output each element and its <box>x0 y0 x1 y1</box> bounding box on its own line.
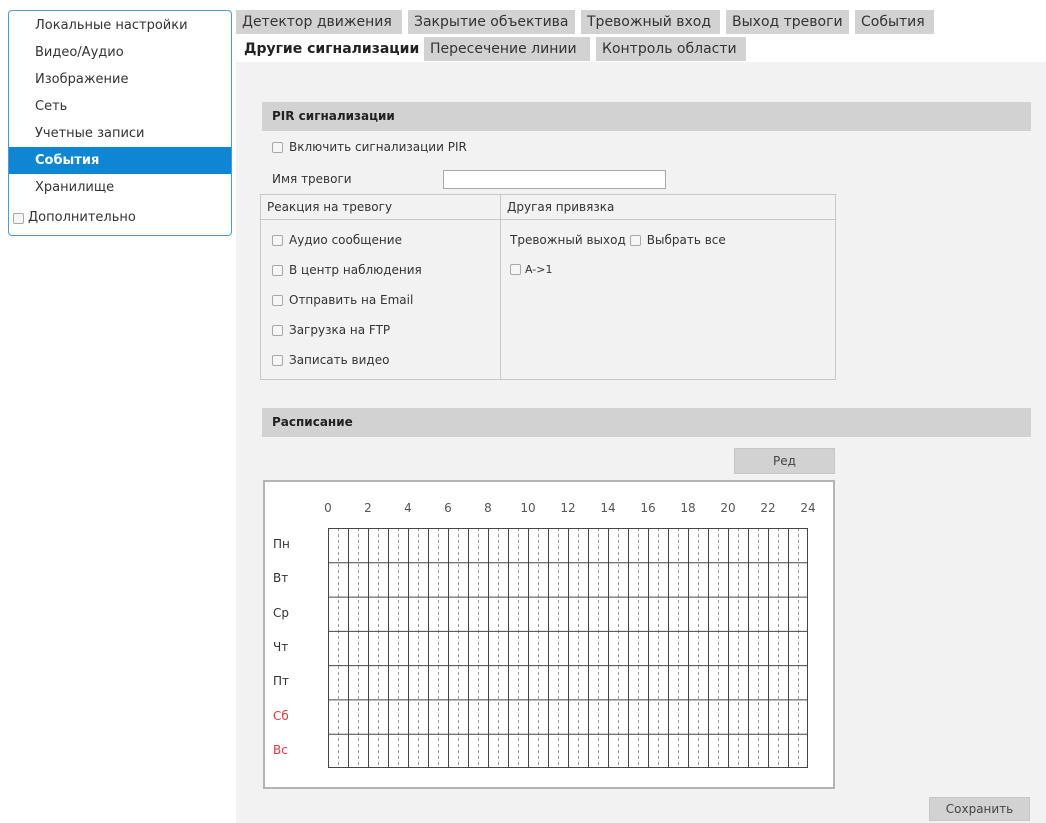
select-all-checkbox[interactable] <box>629 234 641 246</box>
hour-label: 0 <box>324 501 332 515</box>
edit-schedule-button[interactable]: Ред <box>734 448 835 474</box>
surveillance-center-label: В центр наблюдения <box>289 263 422 277</box>
alarm-reaction-table: Реакция на тревогу Другая привязка Аудио… <box>260 194 836 380</box>
sidebar-item-image[interactable]: Изображение <box>9 66 231 93</box>
output-a1-checkbox[interactable] <box>510 264 521 275</box>
pir-section-header: PIR сигнализации <box>262 102 1031 131</box>
schedule-grid-container: 0 2 4 6 8 10 12 14 16 18 20 22 24 Пн Вт Ср Чт Пт Сб Вс <box>263 480 835 789</box>
sidebar-menu: Локальные настройки Видео/Аудио Изображе… <box>8 10 232 236</box>
day-label: Пт <box>273 674 290 689</box>
sidebar-item-events[interactable]: События <box>9 147 231 174</box>
record-video-checkbox[interactable] <box>272 354 283 366</box>
tab-motion-detector[interactable]: Детектор движения <box>236 10 402 34</box>
reaction-item: Аудио сообщение <box>272 233 402 247</box>
enable-pir-label: Включить сигнализации PIR <box>289 140 467 154</box>
advanced-label: Дополнительно <box>28 210 136 225</box>
reaction-header: Реакция на тревогу <box>261 195 500 220</box>
day-label: Сб <box>273 708 289 723</box>
hour-label: 4 <box>404 501 412 515</box>
reaction-item: Загрузка на FTP <box>272 323 390 337</box>
hour-label: 16 <box>640 501 656 515</box>
day-label: Пн <box>273 537 290 552</box>
sidebar-item-video-audio[interactable]: Видео/Аудио <box>9 39 231 66</box>
alarm-output-row: Тревожный выход Выбрать все <box>510 233 726 247</box>
hour-label: 14 <box>600 501 616 515</box>
save-button[interactable]: Сохранить <box>929 797 1030 821</box>
schedule-section-header: Расписание <box>262 408 1031 437</box>
schedule-grid[interactable] <box>328 528 808 768</box>
sidebar-item-storage[interactable]: Хранилище <box>9 174 231 201</box>
hour-label: 20 <box>720 501 736 515</box>
enable-pir-row: Включить сигнализации PIR <box>272 140 467 154</box>
tab-area-control[interactable]: Контроль области <box>596 37 746 61</box>
sidebar-item-accounts[interactable]: Учетные записи <box>9 120 231 147</box>
day-label: Ср <box>273 605 289 620</box>
content-panel: PIR сигнализации Включить сигнализации P… <box>236 62 1046 823</box>
reaction-item: В центр наблюдения <box>272 263 422 277</box>
ftp-upload-label: Загрузка на FTP <box>289 323 391 337</box>
tab-lens-cover[interactable]: Закрытие объектива <box>408 10 575 34</box>
record-video-label: Записать видео <box>289 353 390 367</box>
day-label: Чт <box>273 640 289 654</box>
enable-pir-checkbox[interactable] <box>272 141 283 153</box>
alarm-name-input[interactable] <box>443 170 666 189</box>
tab-events[interactable]: События <box>855 10 934 34</box>
sidebar-item-advanced[interactable]: Дополнительно <box>9 208 231 228</box>
select-all-label: Выбрать все <box>646 233 726 247</box>
advanced-checkbox[interactable] <box>13 212 24 224</box>
hour-label: 10 <box>520 501 536 515</box>
ftp-upload-checkbox[interactable] <box>272 324 283 336</box>
alarm-output-label: Тревожный выход <box>510 233 626 247</box>
table-divider <box>500 195 501 379</box>
day-label: Вт <box>273 571 289 586</box>
surveillance-center-checkbox[interactable] <box>272 264 283 276</box>
hour-label: 8 <box>484 501 492 515</box>
hour-label: 6 <box>444 501 452 515</box>
alarm-output-item: A->1 <box>510 263 552 276</box>
send-email-checkbox[interactable] <box>272 294 283 306</box>
send-email-label: Отправить на Email <box>289 293 414 307</box>
sidebar-item-network[interactable]: Сеть <box>9 93 231 120</box>
reaction-item: Отправить на Email <box>272 293 413 307</box>
tab-alarm-input[interactable]: Тревожный вход <box>581 10 720 34</box>
reaction-item: Записать видео <box>272 353 389 367</box>
hour-label: 24 <box>800 501 816 515</box>
sidebar-item-local-settings[interactable]: Локальные настройки <box>9 12 231 39</box>
linkage-header: Другая привязка <box>501 195 835 220</box>
audio-message-checkbox[interactable] <box>272 234 283 246</box>
hour-label: 12 <box>560 501 576 515</box>
audio-message-label: Аудио сообщение <box>289 233 402 247</box>
alarm-name-label: Имя тревоги <box>272 172 352 186</box>
output-a1-label: A->1 <box>525 263 553 276</box>
hour-label: 18 <box>680 501 696 515</box>
hour-label: 2 <box>364 501 372 515</box>
tab-other-alarms[interactable]: Другие сигнализации <box>238 37 419 61</box>
hour-label: 22 <box>760 501 776 515</box>
tab-alarm-output[interactable]: Выход тревоги <box>726 10 849 34</box>
tab-line-crossing[interactable]: Пересечение линии <box>424 37 590 61</box>
day-label: Вс <box>273 742 288 757</box>
